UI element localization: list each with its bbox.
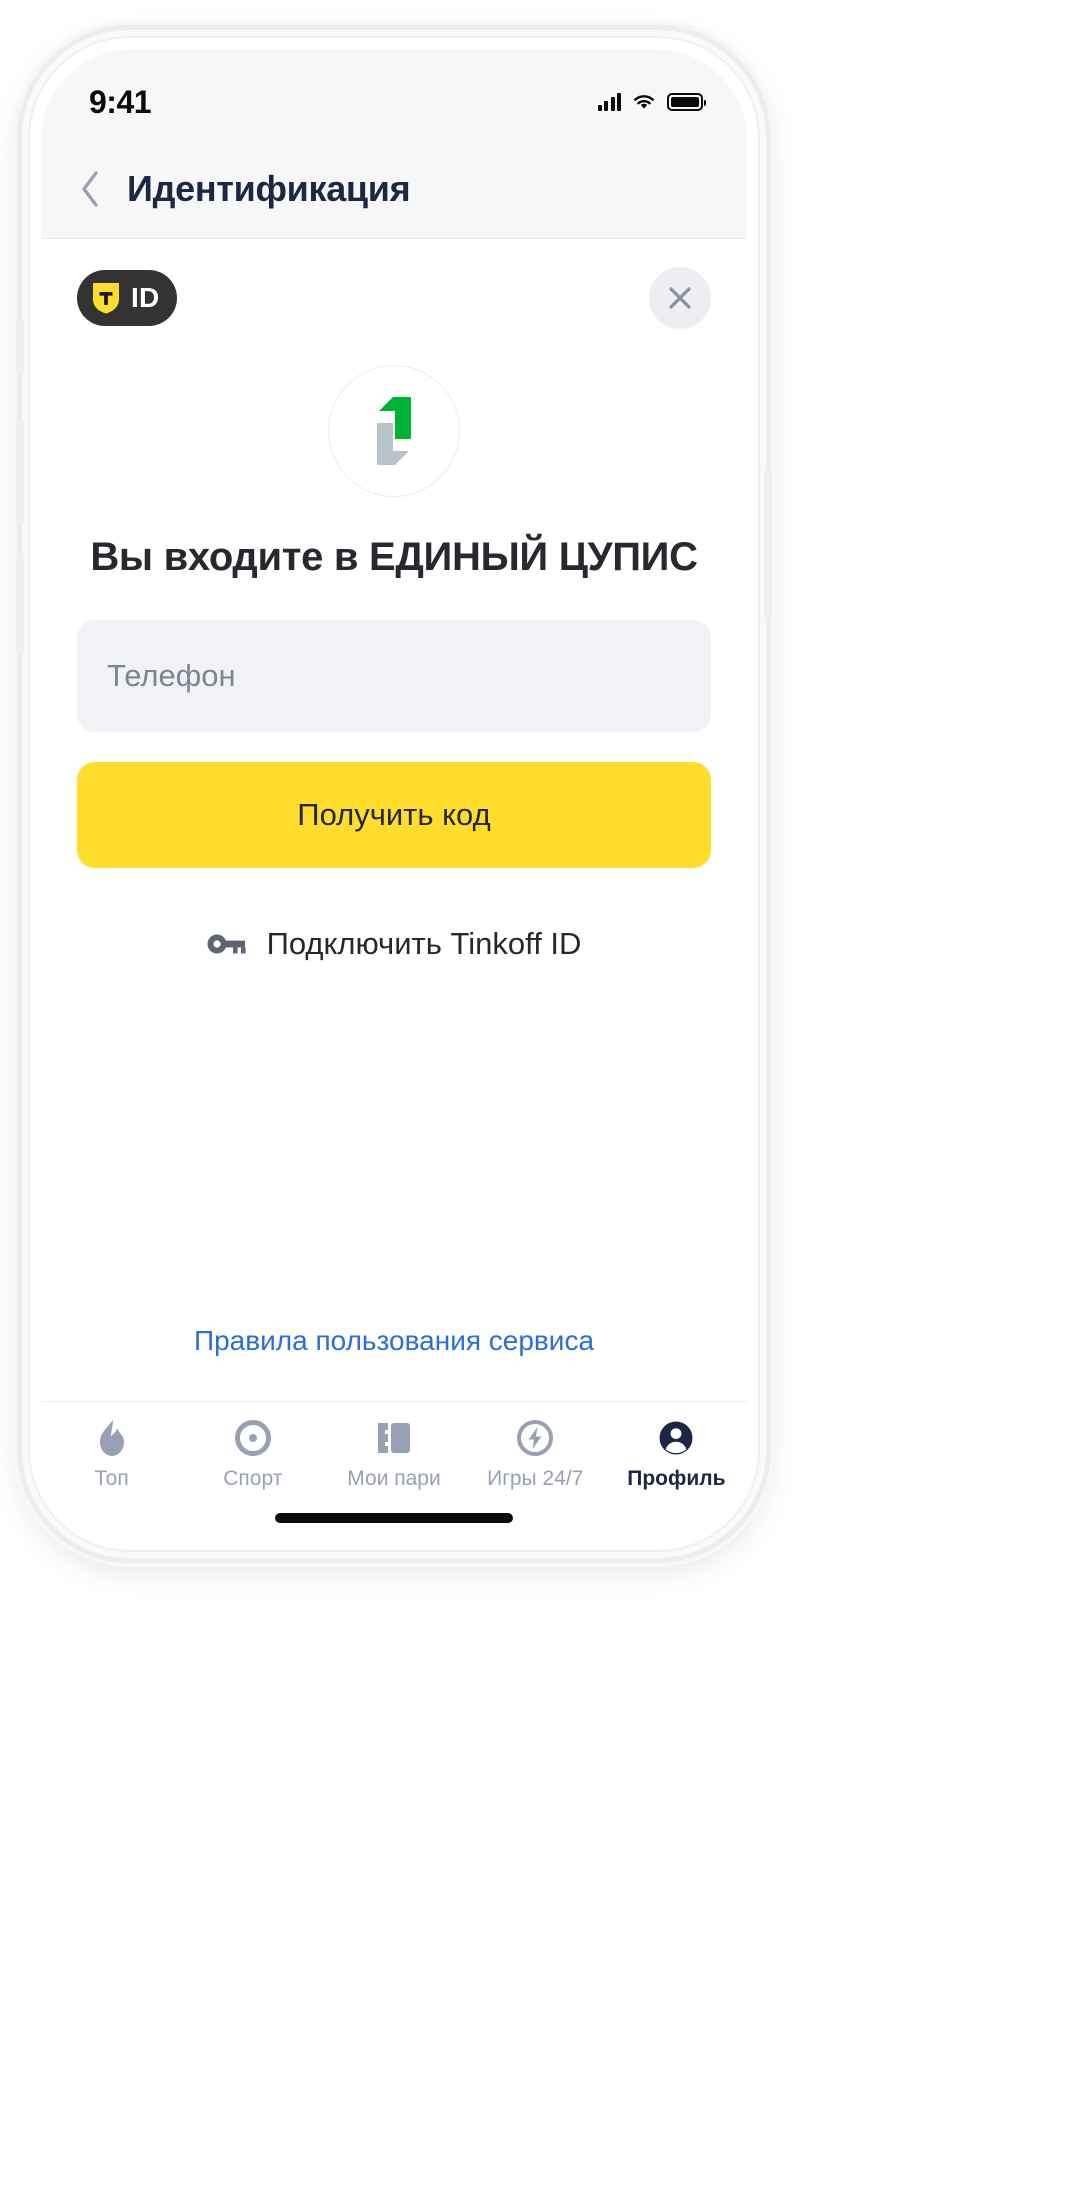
sheet-heading: Вы входите в ЕДИНЫЙ ЦУПИС	[90, 535, 698, 579]
home-indicator	[275, 1513, 513, 1523]
rules-link[interactable]: Правила пользования сервиса	[41, 1325, 747, 1357]
tab-games-247[interactable]: Игры 24/7	[465, 1418, 606, 1491]
tab-sport-label: Спорт	[223, 1467, 283, 1490]
tab-my-bets[interactable]: Мои пари	[323, 1418, 464, 1491]
tab-profile-label: Профиль	[627, 1467, 726, 1490]
lightning-icon	[516, 1418, 554, 1458]
chevron-left-icon	[82, 171, 98, 207]
power-button[interactable]	[764, 470, 772, 620]
close-button[interactable]	[649, 267, 711, 329]
status-bar: 9:41	[41, 49, 747, 139]
wifi-icon	[634, 95, 654, 109]
tab-games-247-label: Игры 24/7	[487, 1467, 584, 1490]
tinkoff-shield-icon	[91, 281, 121, 315]
connect-tinkoff-id-button[interactable]: Подключить Tinkoff ID	[41, 926, 747, 962]
get-code-button[interactable]: Получить код	[77, 762, 711, 868]
tab-top-label: Топ	[94, 1467, 129, 1490]
battery-full-icon	[667, 93, 706, 111]
tinkoff-id-badge: ID	[77, 270, 178, 326]
status-icons	[597, 93, 706, 111]
close-icon	[669, 287, 691, 309]
page-title: Идентификация	[127, 168, 411, 209]
person-icon	[657, 1418, 695, 1458]
phone-screen: 9:41 Идентификация ID Вы входите в ЕДИНЫ…	[41, 49, 747, 1539]
phone-input-placeholder: Телефон	[107, 658, 236, 693]
mute-switch-button[interactable]	[16, 318, 24, 376]
volume-up-button[interactable]	[16, 420, 24, 524]
sheet-header-row: ID	[41, 239, 747, 329]
back-button[interactable]	[73, 167, 107, 211]
status-time: 9:41	[89, 83, 152, 120]
tab-sport[interactable]: Спорт	[182, 1418, 323, 1491]
connect-tinkoff-id-label: Подключить Tinkoff ID	[266, 926, 582, 961]
tinkoff-id-label: ID	[131, 282, 160, 313]
cupis-logo	[328, 365, 460, 497]
volume-down-button[interactable]	[16, 552, 24, 656]
flame-icon	[97, 1418, 127, 1458]
target-icon	[234, 1418, 272, 1458]
cupis-logo-wrapper	[41, 365, 747, 497]
phone-input-field[interactable]: Телефон	[77, 620, 711, 732]
identification-sheet: ID Вы входите в ЕДИНЫЙ ЦУПИС Телефон Пол…	[41, 239, 747, 1401]
navigation-header: Идентификация	[41, 139, 747, 239]
tab-top[interactable]: Топ	[41, 1418, 182, 1491]
ticket-icon	[374, 1418, 414, 1458]
cellular-signal-icon	[597, 93, 621, 111]
get-code-label: Получить код	[297, 797, 491, 832]
tab-profile[interactable]: Профиль	[606, 1418, 747, 1491]
screenshot-stage: 9:41 Идентификация ID Вы входите в ЕДИНЫ…	[0, 0, 1088, 2204]
key-icon	[207, 934, 246, 954]
tab-my-bets-label: Мои пари	[347, 1467, 441, 1490]
